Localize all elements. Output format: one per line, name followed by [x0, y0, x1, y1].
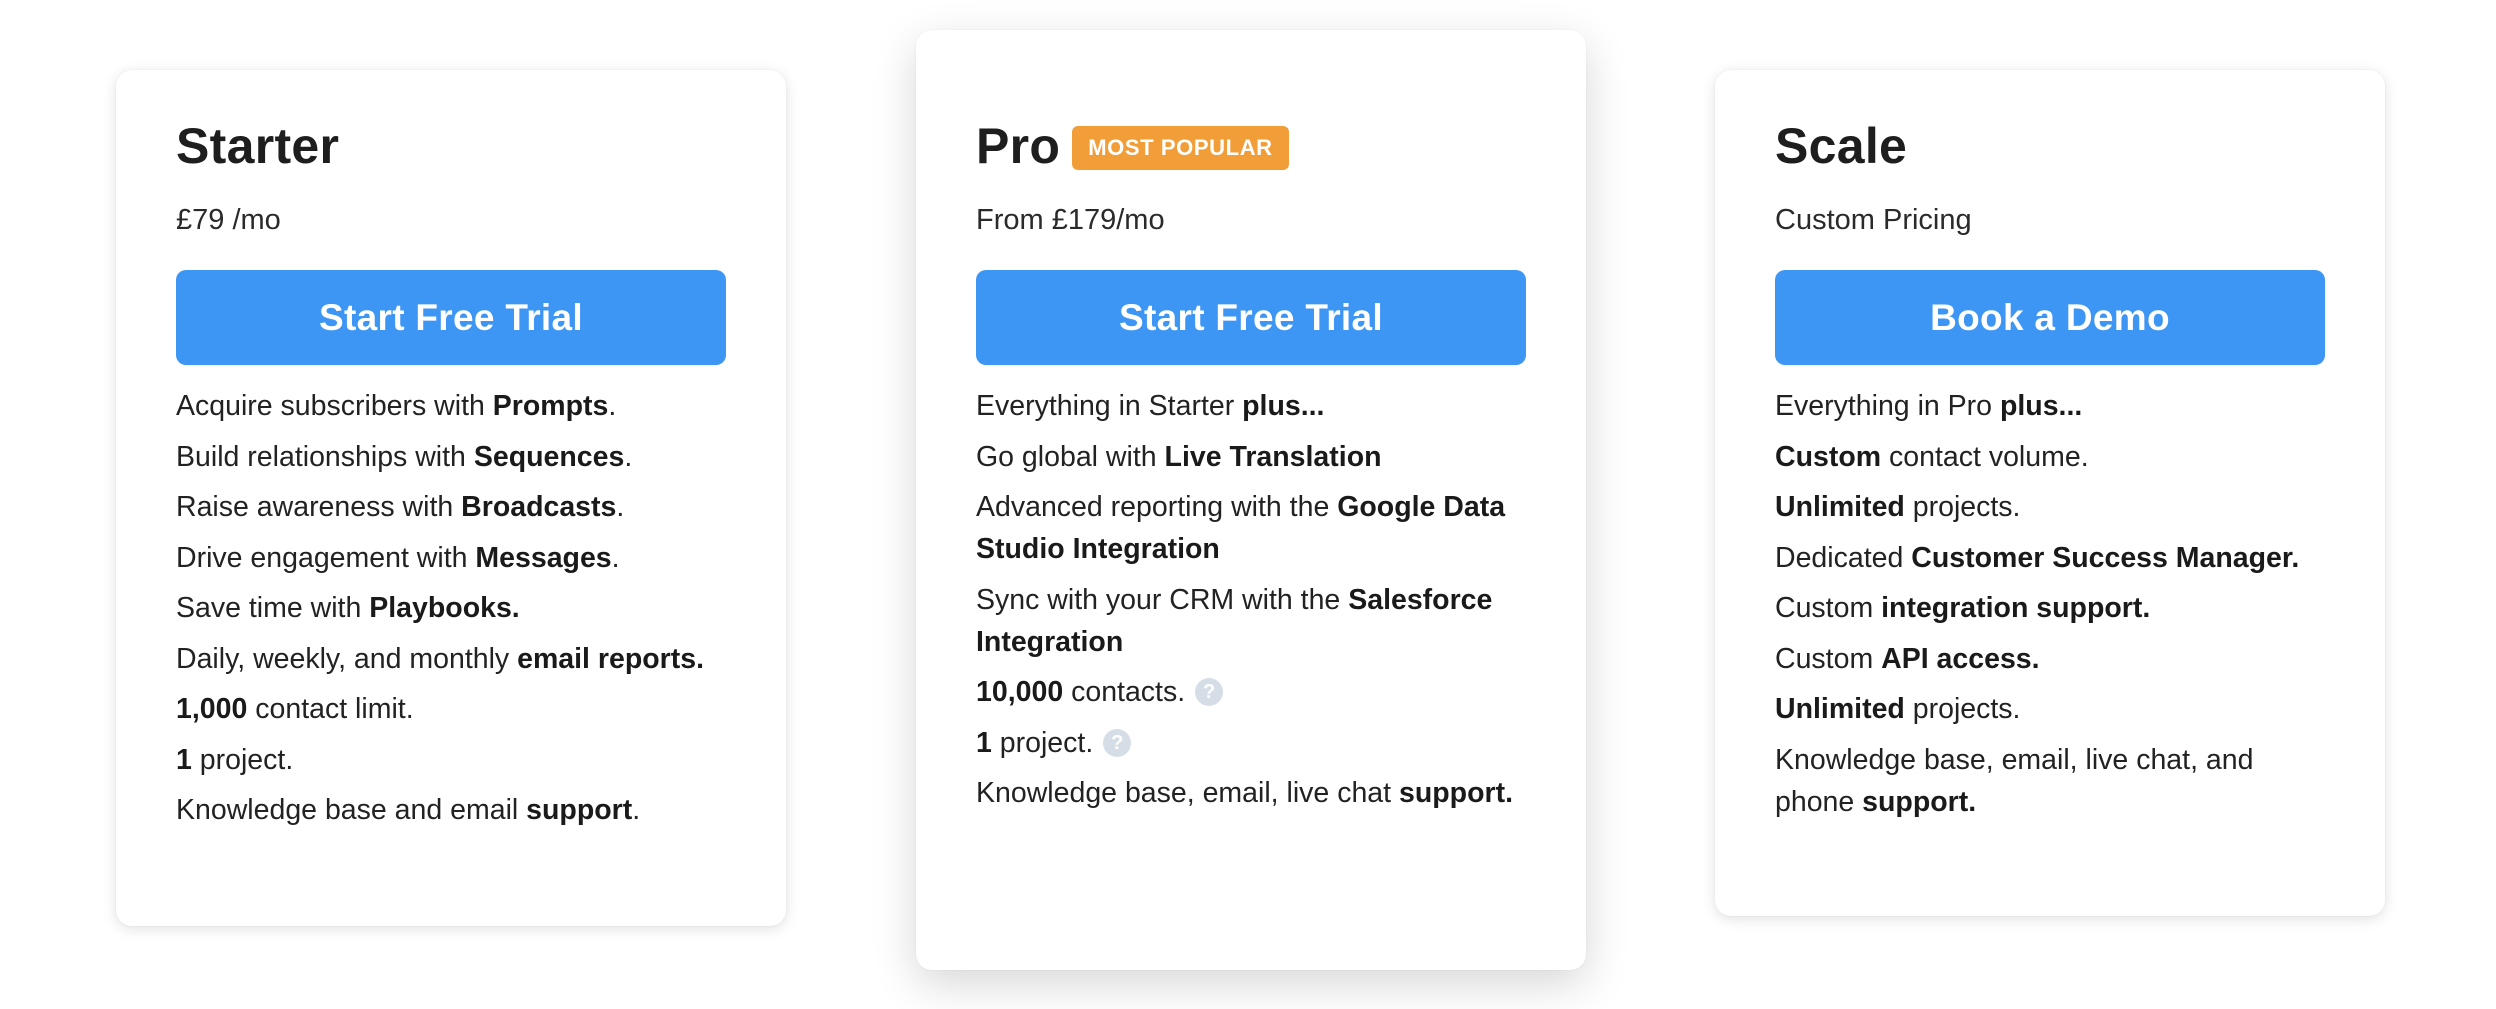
feature-item: 1 project.: [176, 743, 294, 776]
feature-item: Advanced reporting with the Google Data …: [976, 491, 1506, 565]
book-a-demo-button[interactable]: Book a Demo: [1775, 270, 2325, 365]
feature-item: Custom integration support.: [1775, 592, 2151, 624]
start-free-trial-button[interactable]: Start Free Trial: [976, 270, 1526, 365]
feature-item: Knowledge base, email, live chat support…: [976, 777, 1513, 809]
plan-card-starter: Starter £79 /mo Start Free Trial Acquire…: [116, 70, 786, 926]
plan-price: £79 /mo: [176, 204, 281, 236]
plan-title: Pro: [976, 118, 1061, 174]
feature-item: Unlimited projects.: [1775, 491, 2021, 523]
plan-price: Custom Pricing: [1775, 204, 1972, 236]
feature-item: Knowledge base, email, live chat, and ph…: [1775, 743, 2254, 818]
feature-item: Drive engagement with Messages.: [176, 541, 620, 574]
feature-item: Custom contact volume.: [1775, 440, 2089, 473]
plan-title: Scale: [1775, 118, 1908, 174]
feature-item: Dedicated Customer Success Manager.: [1775, 541, 2300, 574]
plan-header: Scale: [1775, 114, 2325, 178]
question-circle-icon[interactable]: ?: [1103, 728, 1132, 757]
feature-item: 1 project.?: [976, 722, 1526, 764]
feature-item: Daily, weekly, and monthly email reports…: [176, 642, 704, 675]
plan-header: Pro MOST POPULAR: [976, 114, 1526, 178]
start-free-trial-button[interactable]: Start Free Trial: [176, 270, 726, 365]
feature-list: Everything in Pro plus... Custom contact…: [1775, 385, 2325, 823]
feature-item: Save time with Playbooks.: [176, 592, 520, 624]
feature-item: Knowledge base and email support.: [176, 794, 641, 826]
plan-title: Starter: [176, 118, 340, 174]
feature-item: Raise awareness with Broadcasts.: [176, 491, 625, 523]
feature-item: Unlimited projects.: [1775, 693, 2021, 725]
plan-card-pro: Pro MOST POPULAR From £179/mo Start Free…: [916, 30, 1586, 970]
plan-header: Starter: [176, 114, 726, 178]
feature-item: Go global with Live Translation: [976, 440, 1382, 473]
plan-card-scale: Scale Custom Pricing Book a Demo Everyth…: [1715, 70, 2385, 916]
feature-item: Sync with your CRM with the Salesforce I…: [976, 583, 1493, 658]
feature-item: Everything in Starter plus...: [976, 390, 1325, 422]
feature-item: Build relationships with Sequences.: [176, 440, 633, 473]
feature-list: Everything in Starter plus... Go global …: [976, 385, 1526, 814]
question-circle-icon[interactable]: ?: [1195, 678, 1224, 706]
feature-item: 1,000 contact limit.: [176, 693, 414, 725]
feature-item: Everything in Pro plus...: [1775, 390, 2083, 422]
feature-item: Acquire subscribers with Prompts.: [176, 390, 617, 422]
most-popular-badge: MOST POPULAR: [1072, 126, 1289, 170]
feature-item: 10,000 contacts.?: [976, 671, 1526, 713]
plan-price: From £179/mo: [976, 204, 1165, 236]
feature-item: Custom API access.: [1775, 642, 2040, 675]
feature-list: Acquire subscribers with Prompts. Build …: [176, 385, 726, 831]
